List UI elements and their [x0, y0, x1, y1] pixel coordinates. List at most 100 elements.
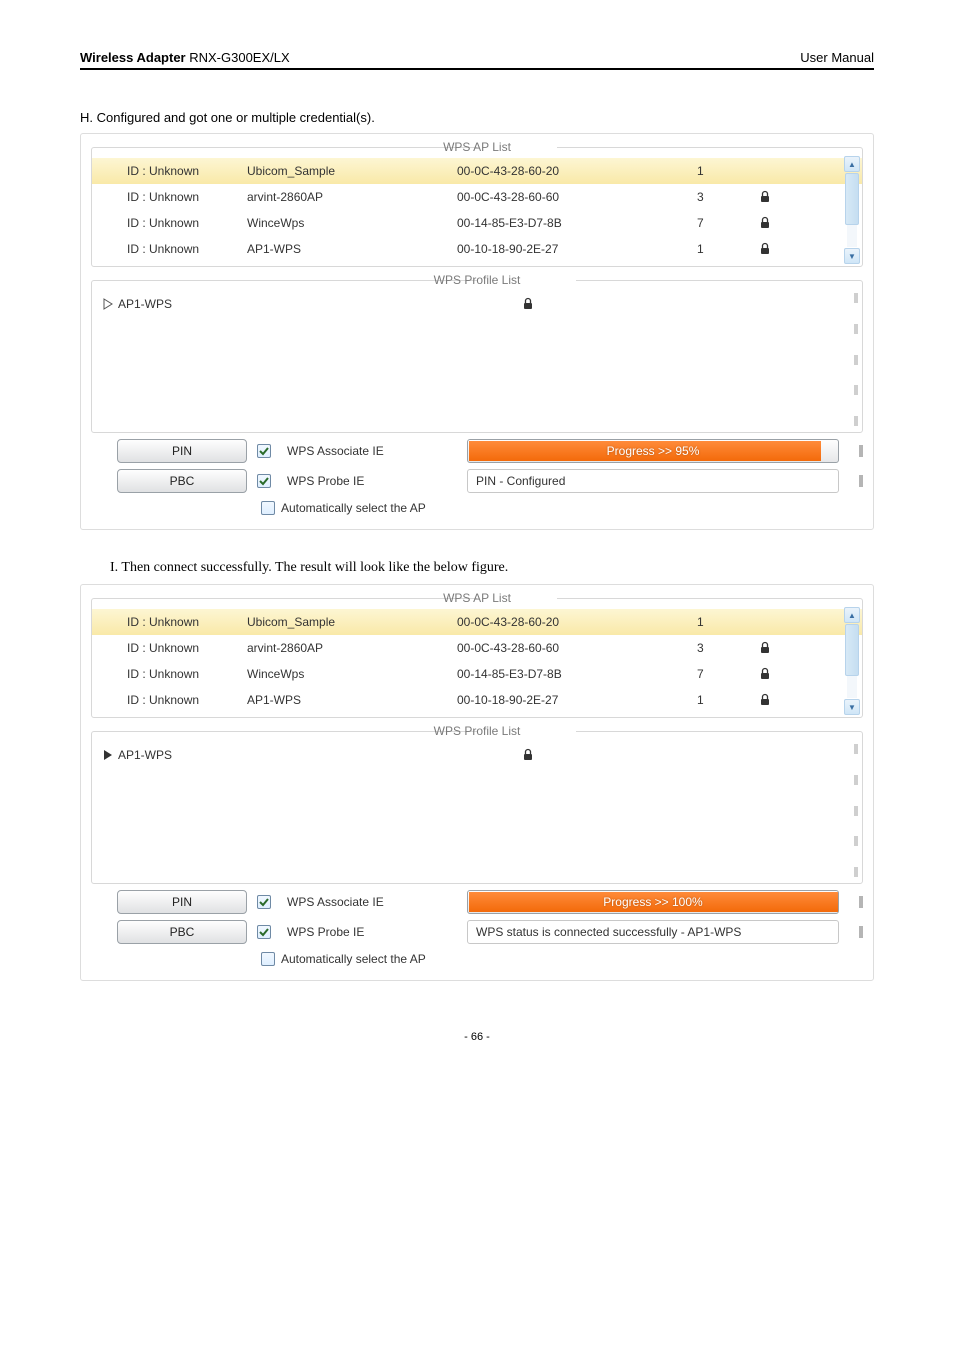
auto-select-checkbox[interactable] [261, 952, 275, 966]
ap-name: WinceWps [247, 216, 457, 230]
scroll-down-icon[interactable]: ▼ [844, 699, 860, 715]
wps-associate-checkbox[interactable] [257, 444, 271, 458]
ap-name: arvint-2860AP [247, 641, 457, 655]
lock-icon [508, 748, 548, 762]
product-model: RNX-G300EX/LX [186, 50, 290, 65]
ap-list-row[interactable]: ID : Unknownarvint-2860AP00-0C-43-28-60-… [92, 184, 862, 210]
ap-name: AP1-WPS [247, 693, 457, 707]
profile-name: AP1-WPS [118, 748, 508, 762]
scrollbar[interactable]: ▲▼ [844, 607, 860, 715]
controls-row-pbc: PBC WPS Probe IE PIN - Configured [117, 469, 863, 493]
status-text: WPS status is connected successfully - A… [467, 920, 839, 944]
pbc-button[interactable]: PBC [117, 920, 247, 944]
pbc-button[interactable]: PBC [117, 469, 247, 493]
ap-mac: 00-14-85-E3-D7-8B [457, 667, 697, 681]
wps-ap-list-group: WPS AP List ID : UnknownUbicom_Sample00-… [91, 591, 863, 718]
ap-id: ID : Unknown [102, 190, 247, 204]
ap-mac: 00-0C-43-28-60-20 [457, 164, 697, 178]
ap-name: Ubicom_Sample [247, 615, 457, 629]
ap-mac: 00-0C-43-28-60-20 [457, 615, 697, 629]
wps-profile-list-group: WPS Profile List AP1-WPS [91, 273, 863, 433]
lock-icon [752, 242, 777, 256]
ap-name: WinceWps [247, 667, 457, 681]
product-bold: Wireless Adapter [80, 50, 186, 65]
scroll-up-icon[interactable]: ▲ [844, 607, 860, 623]
profile-list-row[interactable]: AP1-WPS [102, 742, 852, 768]
lock-icon [752, 641, 777, 655]
wps-panel-2: WPS AP List ID : UnknownUbicom_Sample00-… [80, 584, 874, 981]
wps-probe-checkbox[interactable] [257, 474, 271, 488]
page-header: Wireless Adapter RNX-G300EX/LX User Manu… [80, 50, 874, 70]
ap-list-row[interactable]: ID : UnknownWinceWps00-14-85-E3-D7-8B7 [92, 661, 862, 687]
ap-name: AP1-WPS [247, 242, 457, 256]
controls-row-pin: PIN WPS Associate IE Progress >> 95% [117, 439, 863, 463]
progress-text: Progress >> 100% [468, 891, 838, 913]
progress-text: Progress >> 95% [468, 440, 838, 462]
ap-channel: 3 [697, 641, 752, 655]
ap-list-row[interactable]: ID : UnknownUbicom_Sample00-0C-43-28-60-… [92, 609, 862, 635]
wps-associate-checkbox[interactable] [257, 895, 271, 909]
section-h-heading: H. Configured and got one or multiple cr… [80, 110, 874, 125]
scroll-thumb[interactable] [845, 624, 859, 676]
wps-probe-label: WPS Probe IE [287, 925, 457, 939]
ap-id: ID : Unknown [102, 216, 247, 230]
wps-ap-list-group: WPS AP List ID : UnknownUbicom_Sample00-… [91, 140, 863, 267]
ap-mac: 00-0C-43-28-60-60 [457, 641, 697, 655]
ap-id: ID : Unknown [102, 615, 247, 629]
ap-channel: 7 [697, 667, 752, 681]
ap-mac: 00-10-18-90-2E-27 [457, 693, 697, 707]
auto-select-label: Automatically select the AP [281, 952, 426, 966]
wps-profile-listbox[interactable]: AP1-WPS [92, 738, 862, 883]
wps-ap-listbox[interactable]: ID : UnknownUbicom_Sample00-0C-43-28-60-… [92, 154, 862, 266]
section-i-heading: I. Then connect successfully. The result… [110, 560, 874, 576]
ap-id: ID : Unknown [102, 164, 247, 178]
lock-icon [752, 667, 777, 681]
row-end-tick [859, 445, 863, 457]
ap-list-row[interactable]: ID : UnknownAP1-WPS00-10-18-90-2E-271 [92, 687, 862, 713]
wps-profile-listbox[interactable]: AP1-WPS [92, 287, 862, 432]
ap-mac: 00-14-85-E3-D7-8B [457, 216, 697, 230]
profile-list-ticks [854, 293, 860, 426]
ap-id: ID : Unknown [102, 667, 247, 681]
controls-row-pbc: PBC WPS Probe IE WPS status is connected… [117, 920, 863, 944]
wps-profile-list-legend: WPS Profile List [428, 724, 527, 738]
pin-button[interactable]: PIN [117, 890, 247, 914]
scroll-down-icon[interactable]: ▼ [844, 248, 860, 264]
progress-bar: Progress >> 95% [467, 439, 839, 463]
auto-select-checkbox[interactable] [261, 501, 275, 515]
profile-list-row[interactable]: AP1-WPS [102, 291, 852, 317]
progress-bar: Progress >> 100% [467, 890, 839, 914]
ap-list-row[interactable]: ID : Unknownarvint-2860AP00-0C-43-28-60-… [92, 635, 862, 661]
ap-channel: 1 [697, 242, 752, 256]
ap-list-row[interactable]: ID : UnknownUbicom_Sample00-0C-43-28-60-… [92, 158, 862, 184]
auto-select-row: Automatically select the AP [261, 501, 863, 515]
ap-id: ID : Unknown [102, 641, 247, 655]
wps-ap-list-legend: WPS AP List [437, 140, 517, 154]
controls-row-pin: PIN WPS Associate IE Progress >> 100% [117, 890, 863, 914]
wps-probe-checkbox[interactable] [257, 925, 271, 939]
scrollbar[interactable]: ▲▼ [844, 156, 860, 264]
ap-list-row[interactable]: ID : UnknownAP1-WPS00-10-18-90-2E-271 [92, 236, 862, 262]
lock-icon [508, 297, 548, 311]
ap-mac: 00-0C-43-28-60-60 [457, 190, 697, 204]
active-arrow-icon [102, 298, 118, 310]
row-end-tick [859, 475, 863, 487]
ap-name: arvint-2860AP [247, 190, 457, 204]
page-number: - 66 - [80, 1031, 874, 1043]
ap-list-row[interactable]: ID : UnknownWinceWps00-14-85-E3-D7-8B7 [92, 210, 862, 236]
scroll-up-icon[interactable]: ▲ [844, 156, 860, 172]
active-arrow-icon [102, 749, 118, 761]
pin-button[interactable]: PIN [117, 439, 247, 463]
ap-mac: 00-10-18-90-2E-27 [457, 242, 697, 256]
wps-associate-label: WPS Associate IE [287, 444, 457, 458]
profile-list-ticks [854, 744, 860, 877]
wps-ap-listbox[interactable]: ID : UnknownUbicom_Sample00-0C-43-28-60-… [92, 605, 862, 717]
scroll-thumb[interactable] [845, 173, 859, 225]
ap-channel: 7 [697, 216, 752, 230]
ap-id: ID : Unknown [102, 693, 247, 707]
ap-channel: 1 [697, 164, 752, 178]
wps-ap-list-legend: WPS AP List [437, 591, 517, 605]
wps-associate-label: WPS Associate IE [287, 895, 457, 909]
wps-profile-list-group: WPS Profile List AP1-WPS [91, 724, 863, 884]
ap-channel: 1 [697, 693, 752, 707]
